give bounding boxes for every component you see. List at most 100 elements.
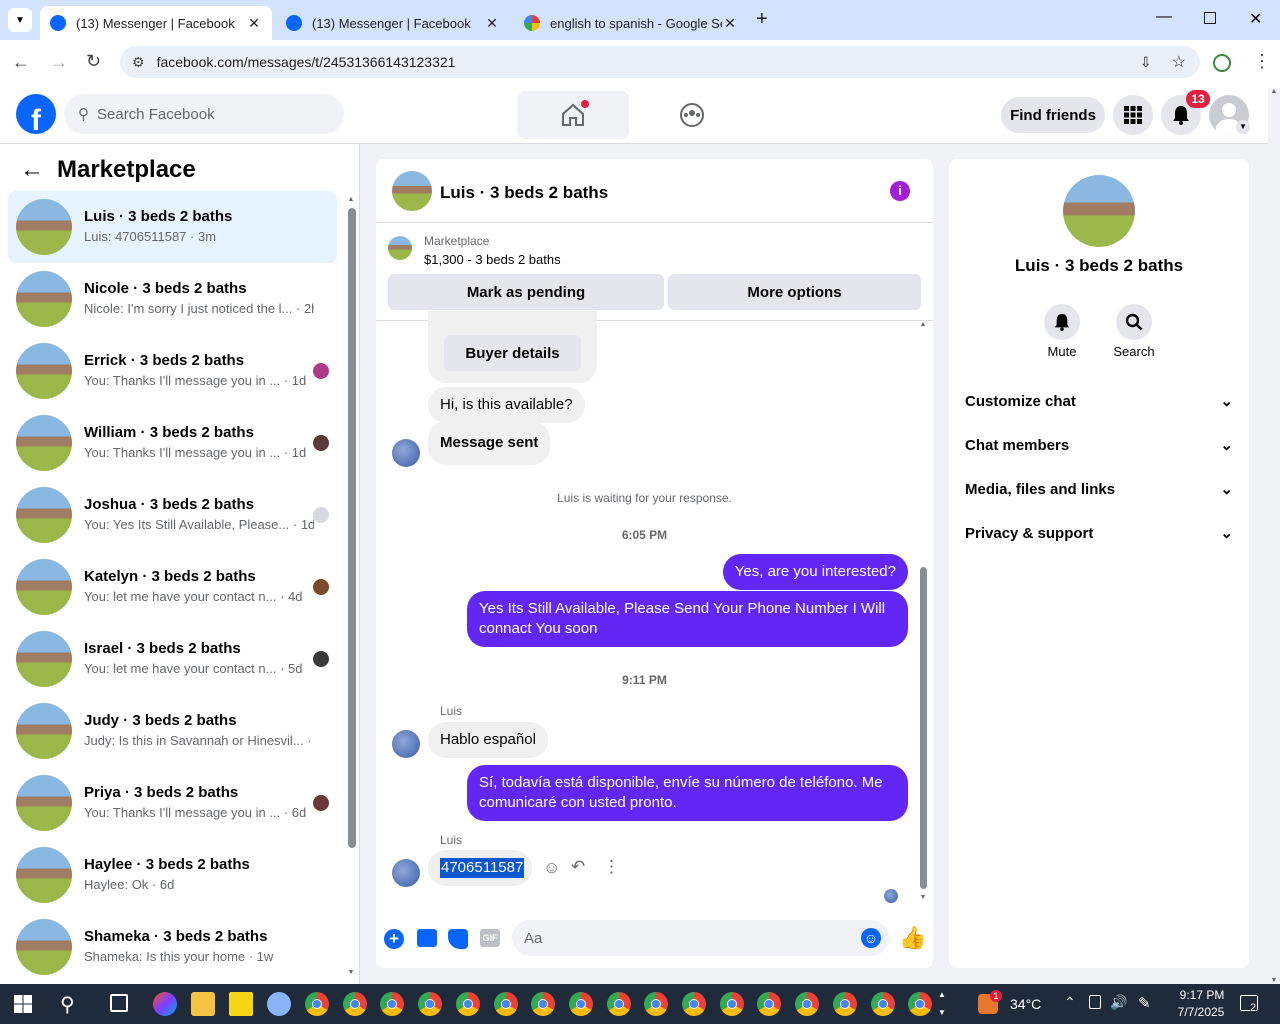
- profile-thumbnail[interactable]: [1063, 175, 1135, 247]
- close-icon[interactable]: ✕: [246, 15, 262, 32]
- conversation-item[interactable]: Katelyn · 3 beds 2 baths You: let me have…: [8, 551, 337, 623]
- facebook-logo[interactable]: f: [16, 94, 56, 134]
- message-phone-number[interactable]: 4706511587: [440, 858, 525, 878]
- home-nav[interactable]: [517, 91, 629, 139]
- conversation-item[interactable]: Israel · 3 beds 2 baths You: let me have …: [8, 623, 337, 695]
- search-taskbar-icon[interactable]: ⚲: [60, 992, 75, 1017]
- sticker-icon[interactable]: [448, 929, 468, 949]
- chrome-taskbar-icon[interactable]: [644, 992, 669, 1016]
- minimize-button[interactable]: —: [1156, 8, 1172, 26]
- chrome-taskbar-icon[interactable]: [455, 992, 480, 1016]
- account-chevron-icon[interactable]: ▼: [1236, 120, 1250, 134]
- chat-thumbnail[interactable]: [392, 171, 432, 211]
- emoji-icon[interactable]: ☺: [861, 928, 881, 948]
- chrome-taskbar-icon[interactable]: [832, 992, 857, 1016]
- scroll-down-arrow[interactable]: ▼: [346, 969, 356, 976]
- conversation-item[interactable]: Priya · 3 beds 2 baths You: Thanks I'll m…: [8, 767, 337, 839]
- conversation-item[interactable]: Nicole · 3 beds 2 baths Nicole: I'm sorry…: [8, 263, 337, 335]
- site-info-icon[interactable]: ⚙: [132, 54, 145, 71]
- message-incoming[interactable]: Hi, is this available?: [428, 387, 585, 423]
- tray-chevron-icon[interactable]: ⌃: [1064, 994, 1076, 1011]
- buyer-details-button[interactable]: Buyer details: [444, 335, 581, 371]
- message-incoming[interactable]: Message sent: [428, 421, 551, 465]
- chrome-taskbar-icon[interactable]: [682, 992, 706, 1016]
- chrome-taskbar-icon[interactable]: [757, 992, 782, 1016]
- contact-avatar[interactable]: [392, 859, 420, 887]
- windows-start-icon[interactable]: [14, 995, 32, 1013]
- scroll-down-arrow[interactable]: ▼: [1268, 977, 1280, 984]
- sticky-notes-icon[interactable]: [229, 992, 253, 1016]
- pen-icon[interactable]: ✎: [1138, 994, 1151, 1012]
- menu-kebab-icon[interactable]: ⋮: [1253, 51, 1271, 72]
- tab-search-button[interactable]: ▼: [8, 8, 32, 32]
- scroll-thumb[interactable]: [348, 208, 356, 848]
- contact-avatar[interactable]: [392, 730, 420, 758]
- info-icon[interactable]: i: [890, 181, 910, 201]
- chrome-taskbar-icon[interactable]: [606, 992, 631, 1016]
- thread-scrollbar[interactable]: ▲ ▼: [918, 321, 928, 901]
- gif-icon[interactable]: GIF: [480, 929, 500, 947]
- chrome-taskbar-icon[interactable]: [493, 992, 518, 1016]
- file-explorer-icon[interactable]: [191, 992, 215, 1016]
- copilot-icon[interactable]: [153, 992, 177, 1016]
- install-icon[interactable]: ⇩: [1140, 54, 1152, 71]
- scroll-up-arrow[interactable]: ▲: [918, 321, 928, 328]
- chat-members-section[interactable]: Chat members ⌄: [965, 427, 1233, 463]
- menu-button[interactable]: [1113, 95, 1153, 135]
- reload-button[interactable]: ↻: [86, 51, 101, 72]
- chrome-taskbar-icon[interactable]: [795, 992, 820, 1016]
- omnibox[interactable]: ⚙ facebook.com/messages/t/24531366143123…: [120, 46, 1200, 78]
- plus-icon[interactable]: +: [384, 929, 404, 949]
- scroll-down-arrow[interactable]: ▼: [918, 894, 928, 901]
- url-text[interactable]: facebook.com/messages/t/2453136614312332…: [157, 54, 1140, 70]
- media-files-links-section[interactable]: Media, files and links ⌄: [965, 471, 1233, 507]
- close-icon[interactable]: ✕: [484, 15, 500, 32]
- message-incoming[interactable]: Hablo español: [428, 722, 548, 758]
- scroll-up-arrow[interactable]: ▲: [1268, 88, 1280, 95]
- network-icon[interactable]: [1089, 995, 1101, 1009]
- thumbs-up-icon[interactable]: 👍: [899, 925, 926, 951]
- chrome-taskbar-icon[interactable]: [908, 992, 933, 1016]
- groups-nav[interactable]: [670, 91, 714, 139]
- chrome-taskbar-icon[interactable]: [380, 992, 405, 1016]
- conversation-item[interactable]: Joshua · 3 beds 2 baths You: Yes Its Stil…: [8, 479, 337, 551]
- chrome-taskbar-icon[interactable]: [719, 992, 744, 1016]
- list-scrollbar[interactable]: ▲ ▼: [346, 196, 356, 976]
- conversation-item[interactable]: William · 3 beds 2 baths You: Thanks I'll…: [8, 407, 337, 479]
- chrome-taskbar-icon[interactable]: [531, 992, 556, 1016]
- mute-button[interactable]: Mute: [1041, 304, 1083, 359]
- message-outgoing[interactable]: Yes, are you interested?: [722, 554, 908, 590]
- message-outgoing[interactable]: Sí, todavía está disponible, envíe su nú…: [467, 765, 908, 821]
- scroll-thumb[interactable]: [920, 567, 927, 889]
- clock-date[interactable]: 7/7/2025: [1168, 1005, 1234, 1019]
- chrome-taskbar-icon[interactable]: [870, 992, 895, 1016]
- conversation-item[interactable]: Judy · 3 beds 2 baths Judy: Is this in Sa…: [8, 695, 337, 767]
- facebook-search[interactable]: ⚲ Search Facebook: [64, 94, 344, 134]
- chrome-taskbar-icon[interactable]: [568, 992, 593, 1016]
- privacy-support-section[interactable]: Privacy & support ⌄: [965, 515, 1233, 551]
- taskbar-scroll[interactable]: ▲ ▼: [938, 986, 946, 1022]
- mark-as-pending-button[interactable]: Mark as pending: [388, 274, 664, 310]
- close-window-button[interactable]: ✕: [1249, 9, 1262, 29]
- new-tab-button[interactable]: +: [756, 8, 768, 31]
- conversation-item[interactable]: Shameka · 3 beds 2 baths Shameka: Is this…: [8, 911, 337, 983]
- page-scrollbar[interactable]: ▲ ▼: [1268, 88, 1280, 984]
- forward-button[interactable]: →: [50, 52, 68, 73]
- conversation-item[interactable]: Luis · 3 beds 2 baths Luis: 4706511587 · …: [8, 191, 337, 263]
- message-outgoing[interactable]: Yes Its Still Available, Please Send You…: [467, 591, 908, 647]
- back-arrow-icon[interactable]: ←: [20, 156, 44, 184]
- back-button[interactable]: ←: [12, 52, 30, 73]
- temperature[interactable]: 34°C: [1010, 996, 1041, 1012]
- volume-icon[interactable]: 🔊: [1110, 994, 1127, 1011]
- react-icon[interactable]: ☺: [543, 858, 560, 878]
- search-button[interactable]: Search: [1109, 304, 1159, 359]
- restore-button[interactable]: [1204, 12, 1216, 24]
- clock-time[interactable]: 9:17 PM: [1170, 988, 1234, 1002]
- reply-icon[interactable]: ↶: [571, 857, 585, 877]
- listing-thumbnail[interactable]: [388, 236, 412, 260]
- tab-messenger-1[interactable]: (13) Messenger | Facebook ✕: [40, 6, 272, 40]
- chrome-taskbar-icon[interactable]: [342, 992, 367, 1016]
- scroll-up-arrow[interactable]: ▲: [346, 196, 356, 203]
- find-friends-button[interactable]: Find friends: [1001, 97, 1105, 133]
- chrome-taskbar-icon[interactable]: [418, 992, 443, 1016]
